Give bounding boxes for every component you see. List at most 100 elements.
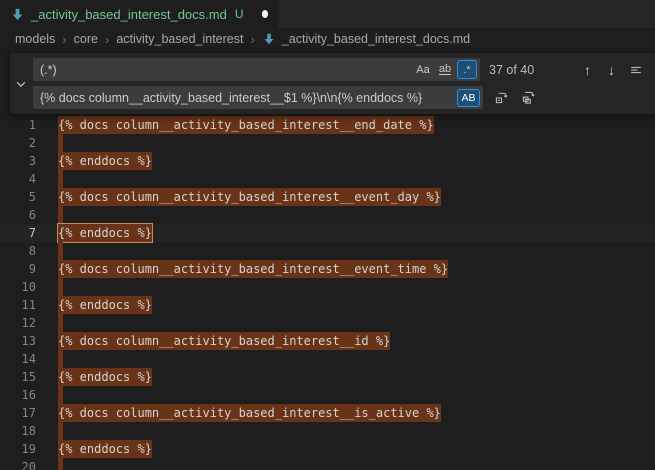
- code-line[interactable]: 17 {% docs column__activity_based_interes…: [0, 404, 655, 422]
- match-highlight: {% enddocs %}: [58, 296, 152, 314]
- code-line[interactable]: 14: [0, 350, 655, 368]
- breadcrumb: models › core › activity_based_interest …: [0, 28, 655, 50]
- line-number: 8: [0, 242, 36, 260]
- line-text: [58, 386, 63, 404]
- selection-icon: [629, 63, 643, 77]
- find-query-text: (.*): [40, 63, 57, 77]
- code-line[interactable]: 4: [0, 170, 655, 188]
- replace-input[interactable]: {% docs column__activity_based_interest_…: [33, 86, 483, 109]
- markdown-file-icon: [10, 7, 25, 22]
- line-text: [58, 422, 63, 440]
- breadcrumb-item-file[interactable]: _activity_based_interest_docs.md: [262, 32, 470, 47]
- line-number: 9: [0, 260, 36, 278]
- empty-match-highlight: [58, 278, 63, 296]
- replace-all-icon: [521, 90, 536, 105]
- line-number: 1: [0, 116, 36, 134]
- line-text: [58, 350, 63, 368]
- replace-text: {% docs column__activity_based_interest_…: [40, 91, 422, 105]
- find-in-selection-button[interactable]: [625, 59, 646, 80]
- empty-match-highlight: [58, 242, 63, 260]
- regex-toggle[interactable]: .*: [457, 60, 477, 79]
- breadcrumb-item-models[interactable]: models: [15, 32, 55, 46]
- code-lines: 1 {% docs column__activity_based_interest…: [0, 116, 655, 470]
- markdown-file-icon: [262, 32, 277, 47]
- line-number: 20: [0, 458, 36, 470]
- code-line[interactable]: 7 {% enddocs %}: [0, 224, 655, 242]
- line-number: 2: [0, 134, 36, 152]
- replace-all-button[interactable]: [518, 87, 539, 108]
- code-line[interactable]: 15 {% enddocs %}: [0, 368, 655, 386]
- code-line[interactable]: 8: [0, 242, 655, 260]
- breadcrumb-separator: ›: [105, 32, 109, 47]
- match-highlight: {% enddocs %}: [58, 368, 152, 386]
- empty-match-highlight: [58, 458, 63, 470]
- match-highlight: {% docs column__activity_based_interest_…: [58, 116, 434, 134]
- code-line[interactable]: 19{% enddocs %}: [0, 440, 655, 458]
- preserve-case-toggle[interactable]: AB: [457, 89, 480, 107]
- breadcrumb-filename: _activity_based_interest_docs.md: [282, 32, 470, 46]
- empty-match-highlight: [58, 386, 63, 404]
- git-status-badge: U: [235, 7, 244, 21]
- close-find-button[interactable]: ✕: [649, 59, 655, 80]
- code-line[interactable]: 13 {% docs column__activity_based_interes…: [0, 332, 655, 350]
- toggle-replace-button[interactable]: [10, 53, 32, 114]
- line-text: {% docs column__activity_based_interest_…: [58, 404, 441, 422]
- match-highlight: {% docs column__activity_based_interest_…: [58, 260, 448, 278]
- whole-word-toggle[interactable]: ab: [435, 60, 455, 79]
- line-number: 6: [0, 206, 36, 224]
- line-number: 7: [0, 224, 36, 242]
- line-text: {% docs column__activity_based_interest_…: [58, 332, 390, 350]
- line-text: {% enddocs %}: [58, 152, 152, 170]
- line-number: 16: [0, 386, 36, 404]
- match-case-toggle[interactable]: Aa: [413, 60, 433, 79]
- line-number: 14: [0, 350, 36, 368]
- line-text: [58, 206, 63, 224]
- next-match-button[interactable]: ↓: [601, 59, 622, 80]
- tab-active-file[interactable]: _activity_based_interest_docs.md U: [0, 0, 278, 28]
- code-line[interactable]: 20: [0, 458, 655, 470]
- code-line[interactable]: 9 {% docs column__activity_based_interest…: [0, 260, 655, 278]
- line-number: 13: [0, 332, 36, 350]
- line-number: 11: [0, 296, 36, 314]
- match-highlight: {% enddocs %}: [58, 152, 152, 170]
- line-text: {% enddocs %}: [58, 224, 152, 242]
- line-text: [58, 170, 63, 188]
- tab-bar: _activity_based_interest_docs.md U: [0, 0, 655, 28]
- code-line[interactable]: 18: [0, 422, 655, 440]
- code-line[interactable]: 5{% docs column__activity_based_interest…: [0, 188, 655, 206]
- line-number: 15: [0, 368, 36, 386]
- chevron-down-icon: [14, 77, 28, 91]
- code-line[interactable]: 11 {% enddocs %}: [0, 296, 655, 314]
- code-line[interactable]: 12: [0, 314, 655, 332]
- code-line[interactable]: 6: [0, 206, 655, 224]
- breadcrumb-item-activity-based-interest[interactable]: activity_based_interest: [116, 32, 243, 46]
- line-text: {% docs column__activity_based_interest_…: [58, 260, 448, 278]
- line-number: 3: [0, 152, 36, 170]
- line-text: {% docs column__activity_based_interest_…: [58, 116, 434, 134]
- line-text: {% enddocs %}: [58, 368, 152, 386]
- line-number: 12: [0, 314, 36, 332]
- tab-filename: _activity_based_interest_docs.md: [31, 7, 227, 22]
- empty-match-highlight: [58, 314, 63, 332]
- code-line[interactable]: 16: [0, 386, 655, 404]
- unsaved-changes-dot[interactable]: [262, 10, 268, 18]
- replace-button[interactable]: [491, 87, 512, 108]
- current-match-highlight: {% enddocs %}: [58, 224, 152, 242]
- previous-match-button[interactable]: ↑: [577, 59, 598, 80]
- empty-match-highlight: [58, 350, 63, 368]
- line-text: {% docs column__activity_based_interest_…: [58, 188, 441, 206]
- line-text: [58, 278, 63, 296]
- code-line[interactable]: 10: [0, 278, 655, 296]
- code-line[interactable]: 3 {% enddocs %}: [0, 152, 655, 170]
- code-line[interactable]: 1 {% docs column__activity_based_interest…: [0, 116, 655, 134]
- match-highlight: {% docs column__activity_based_interest_…: [58, 188, 441, 206]
- line-number: 18: [0, 422, 36, 440]
- empty-match-highlight: [58, 206, 63, 224]
- breadcrumb-item-core[interactable]: core: [74, 32, 98, 46]
- line-number: 17: [0, 404, 36, 422]
- line-text: {% enddocs %}: [58, 440, 152, 458]
- code-line[interactable]: 2: [0, 134, 655, 152]
- breadcrumb-separator: ›: [62, 32, 66, 47]
- breadcrumb-separator: ›: [250, 32, 254, 47]
- find-input[interactable]: (.*) Aa ab .*: [33, 58, 480, 81]
